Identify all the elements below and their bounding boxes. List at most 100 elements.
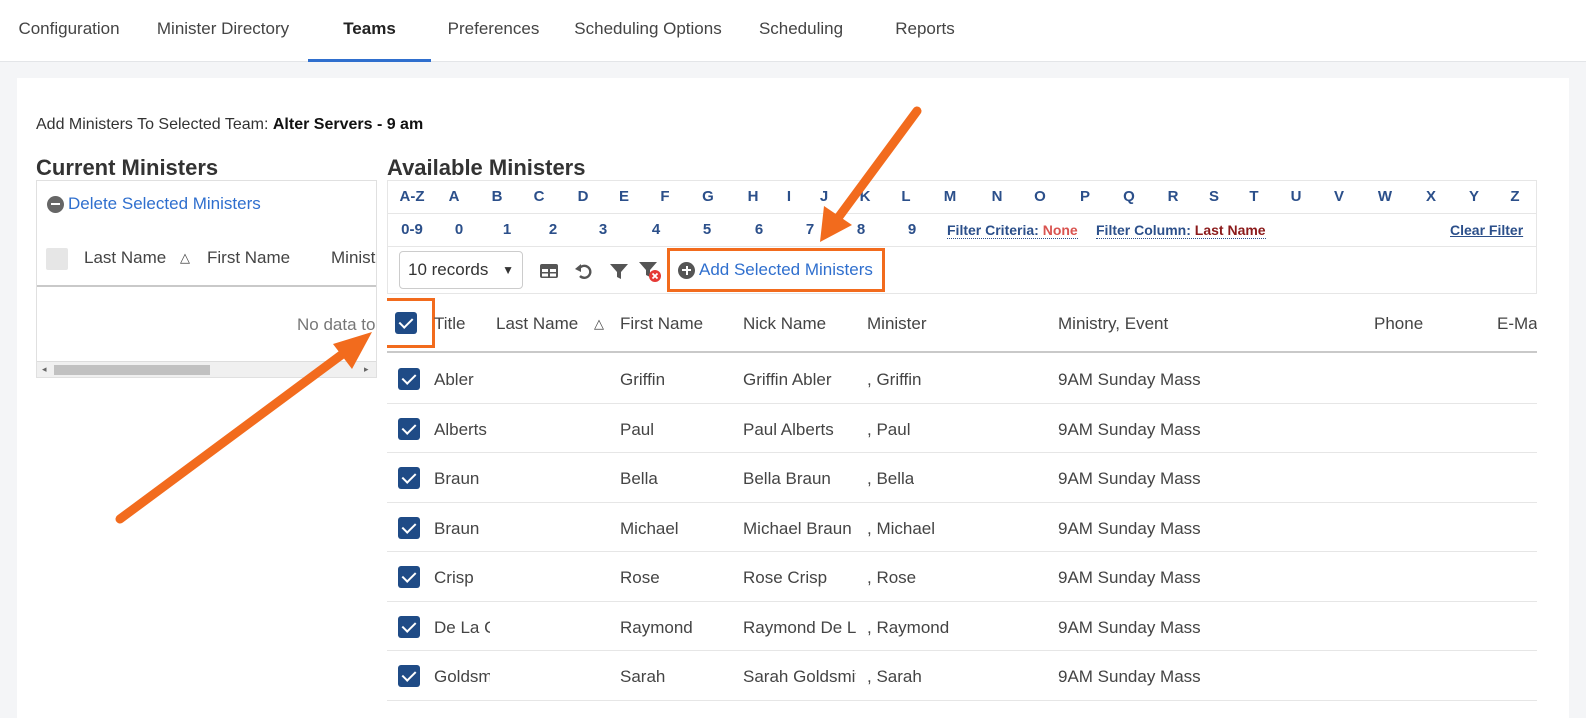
alpha-filter-i[interactable]: I <box>774 188 804 205</box>
records-per-page-select[interactable]: 10 records ▼ <box>399 251 523 289</box>
cell-nick: Griffin Abler <box>743 370 832 389</box>
cell-nick: Michael Braun <box>743 518 852 538</box>
table-row[interactable]: De La Cruz Raymond Raymond De La Cruz , Ray… <box>387 602 1537 651</box>
column-ministry-event[interactable]: Ministry, Event <box>1058 314 1168 334</box>
alpha-filter-d[interactable]: D <box>568 188 598 205</box>
numeric-filter-9[interactable]: 9 <box>897 221 927 238</box>
tab-teams[interactable]: Teams <box>308 0 431 62</box>
alpha-filter-h[interactable]: H <box>738 188 768 205</box>
numeric-filter-3[interactable]: 3 <box>588 221 618 238</box>
numeric-filter-0[interactable]: 0 <box>444 221 474 238</box>
table-row[interactable]: Goldsmith Sarah Sarah Goldsmith , Sarah 9AM … <box>387 651 1537 701</box>
records-select-value: 10 records <box>408 260 489 279</box>
row-checkbox[interactable] <box>398 368 420 390</box>
row-checkbox[interactable] <box>398 566 420 588</box>
column-chooser-icon[interactable] <box>539 261 559 281</box>
alpha-filter-n[interactable]: N <box>982 188 1012 205</box>
column-title[interactable]: Title <box>434 314 466 334</box>
tab-scheduling-options[interactable]: Scheduling Options <box>572 0 724 62</box>
cell-first: Raymond <box>620 617 693 637</box>
alpha-filter-o[interactable]: O <box>1025 188 1055 205</box>
table-row[interactable]: Alberts Paul Paul Alberts , Paul 9AM Sunday … <box>387 404 1537 453</box>
minus-circle-icon <box>47 195 64 213</box>
alpha-filter-z[interactable]: Z <box>1500 188 1530 205</box>
alpha-filter-f[interactable]: F <box>650 188 680 205</box>
alpha-filter-t[interactable]: T <box>1239 188 1269 205</box>
alpha-filter-u[interactable]: U <box>1281 188 1311 205</box>
alpha-filter-y[interactable]: Y <box>1459 188 1489 205</box>
alpha-filter-r[interactable]: R <box>1158 188 1188 205</box>
row-checkbox[interactable] <box>398 665 420 687</box>
numeric-filter-4[interactable]: 4 <box>641 221 671 238</box>
cell-minister: , Sarah <box>867 667 922 686</box>
column-minister[interactable]: Minister <box>867 314 927 334</box>
cell-last: Braun <box>434 518 480 538</box>
cell-nick: Bella Braun <box>743 469 831 488</box>
numeric-filter-0-9[interactable]: 0-9 <box>397 221 427 238</box>
alpha-filter-v[interactable]: V <box>1324 188 1354 205</box>
clear-filter-link[interactable]: Clear Filter <box>1450 222 1523 238</box>
alpha-filter-m[interactable]: M <box>935 188 965 205</box>
alpha-filter-b[interactable]: B <box>482 188 512 205</box>
available-table-header: Title Last Name △ First Name Nick Name M… <box>387 296 1537 353</box>
undo-icon[interactable] <box>574 261 594 281</box>
table-row[interactable]: Abler Griffin Griffin Abler , Griffin 9AM Su… <box>387 354 1537 404</box>
numeric-filter-5[interactable]: 5 <box>692 221 722 238</box>
column-minister[interactable]: Minist <box>331 248 375 268</box>
tab-reports[interactable]: Reports <box>894 0 956 62</box>
clear-filter-icon[interactable] <box>638 259 662 283</box>
tab-minister-directory[interactable]: Minister Directory <box>154 0 292 62</box>
horizontal-scrollbar[interactable]: ◂ ▸ <box>37 361 376 377</box>
grid-toolbar: 10 records ▼ Add Selected Ministers <box>387 246 1537 294</box>
tab-configuration[interactable]: Configuration <box>16 0 122 62</box>
sort-triangle-icon[interactable]: △ <box>594 316 604 332</box>
alpha-filter-w[interactable]: W <box>1370 188 1400 205</box>
select-all-checkbox[interactable] <box>46 248 68 270</box>
scrollbar-thumb[interactable] <box>54 365 210 375</box>
numeric-filter-1[interactable]: 1 <box>492 221 522 238</box>
alpha-filter-a[interactable]: A <box>439 188 469 205</box>
delete-selected-button[interactable]: Delete Selected Ministers <box>47 194 261 214</box>
column-first-name[interactable]: First Name <box>620 314 703 334</box>
numeric-filter-8[interactable]: 8 <box>846 221 876 238</box>
current-ministers-grid: Delete Selected Ministers Last Name △ Fi… <box>36 180 377 378</box>
filter-icon[interactable] <box>609 261 629 281</box>
alpha-filter-p[interactable]: P <box>1070 188 1100 205</box>
row-checkbox[interactable] <box>398 467 420 489</box>
sort-triangle-icon[interactable]: △ <box>180 250 190 266</box>
alpha-filter-j[interactable]: J <box>809 188 839 205</box>
column-last-name[interactable]: Last Name <box>84 248 166 268</box>
alpha-filter-s[interactable]: S <box>1199 188 1229 205</box>
select-all-checkbox[interactable] <box>395 312 417 334</box>
page-title-prefix: Add Ministers To Selected Team: <box>36 116 269 133</box>
alpha-filter-x[interactable]: X <box>1416 188 1446 205</box>
alpha-filter-a-z[interactable]: A-Z <box>397 188 427 205</box>
cell-minister: , Bella <box>867 469 915 488</box>
alpha-filter-q[interactable]: Q <box>1114 188 1144 205</box>
row-checkbox[interactable] <box>398 615 420 638</box>
column-first-name[interactable]: First Name <box>207 248 290 268</box>
alpha-filter-l[interactable]: L <box>891 188 921 205</box>
column-last-name[interactable]: Last Name <box>496 314 578 334</box>
alpha-filter-k[interactable]: K <box>850 188 880 205</box>
scroll-right-icon[interactable]: ▸ <box>364 364 369 375</box>
alpha-filter-g[interactable]: G <box>693 188 723 205</box>
column-nick-name[interactable]: Nick Name <box>743 314 826 334</box>
tab-scheduling[interactable]: Scheduling <box>758 0 844 62</box>
alpha-filter-e[interactable]: E <box>609 188 639 205</box>
cell-event: 9AM Sunday Mass <box>1058 370 1201 389</box>
alpha-filter-c[interactable]: C <box>524 188 554 205</box>
table-row[interactable]: Braun Bella Bella Braun , Bella 9AM Sunday M… <box>387 453 1537 503</box>
add-selected-button[interactable]: Add Selected Ministers <box>667 248 885 292</box>
row-checkbox[interactable] <box>398 417 420 440</box>
table-row[interactable]: Braun Michael Michael Braun , Michael 9AM Su… <box>387 503 1537 552</box>
tab-preferences[interactable]: Preferences <box>447 0 540 62</box>
numeric-filter-6[interactable]: 6 <box>744 221 774 238</box>
column-email[interactable]: E-Ma <box>1497 314 1537 334</box>
numeric-filter-7[interactable]: 7 <box>795 221 825 238</box>
numeric-filter-2[interactable]: 2 <box>538 221 568 238</box>
scroll-left-icon[interactable]: ◂ <box>42 364 47 375</box>
column-phone[interactable]: Phone <box>1374 314 1423 334</box>
table-row[interactable]: Crisp Rose Rose Crisp , Rose 9AM Sunday Mass <box>387 552 1537 602</box>
row-checkbox[interactable] <box>398 516 420 539</box>
